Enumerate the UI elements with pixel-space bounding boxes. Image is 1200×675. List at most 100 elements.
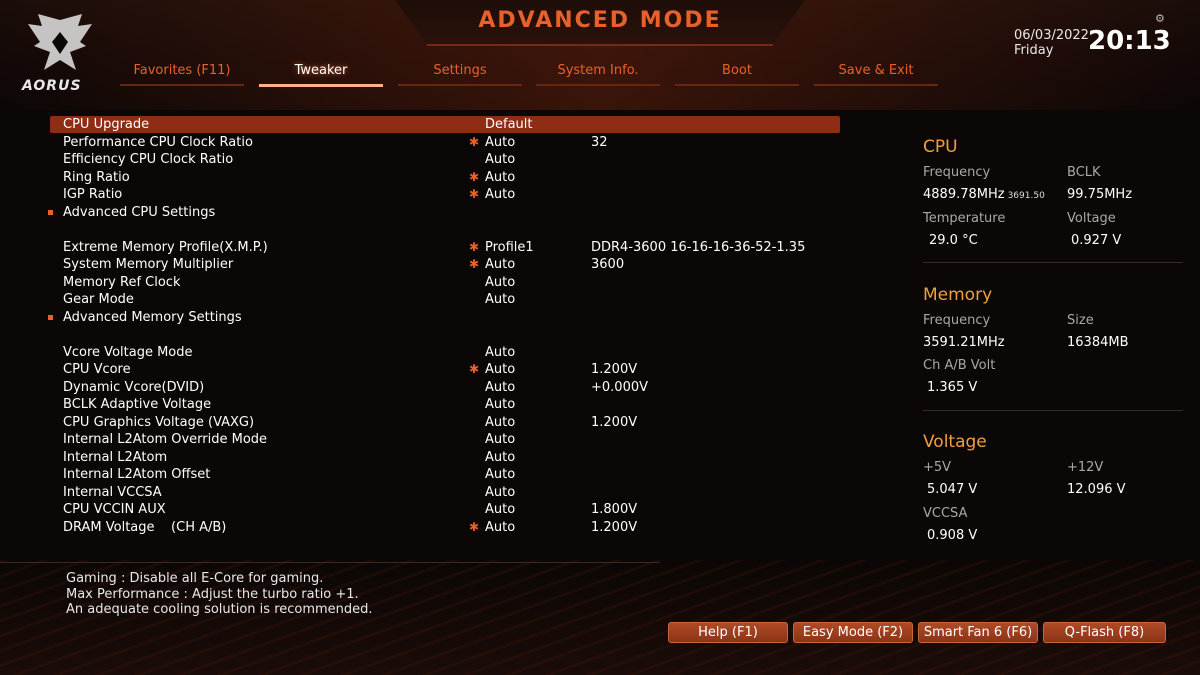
vccsa-label: VCCSA [923, 506, 968, 521]
setting-value: Auto [485, 169, 516, 185]
cpu-voltage-value: 0.927 V [1071, 233, 1122, 248]
cpu-temperature-label: Temperature [923, 211, 1006, 226]
setting-row-igp-ratio[interactable]: IGP Ratio ✱ Auto [50, 186, 840, 203]
setting-value: Auto [485, 344, 516, 360]
tab-save-exit[interactable]: Save & Exit [814, 60, 938, 86]
setting-label: System Memory Multiplier [63, 257, 234, 272]
submenu-bullet-icon [48, 209, 53, 215]
tab-tweaker[interactable]: Tweaker [259, 60, 383, 87]
modified-star-icon: ✱ [469, 239, 480, 254]
smart-fan-button[interactable]: Smart Fan 6 (F6) [918, 622, 1038, 643]
setting-row-xmp[interactable]: Extreme Memory Profile(X.M.P.) ✱ Profile… [50, 239, 840, 256]
memory-size-value: 16384MB [1067, 335, 1129, 350]
help-text-panel: Gaming : Disable all E-Core for gaming. … [66, 571, 373, 618]
setting-row-l2atom-offset[interactable]: Internal L2Atom Offset Auto [50, 466, 840, 483]
setting-row-internal-vccsa[interactable]: Internal VCCSA Auto [50, 484, 840, 501]
modified-star-icon: ✱ [469, 519, 480, 534]
help-line: Max Performance : Adjust the turbo ratio… [66, 586, 359, 602]
setting-row-cpu-vccin-aux[interactable]: CPU VCCIN AUX Auto 1.800V [50, 501, 840, 518]
setting-label: CPU VCCIN AUX [63, 502, 166, 517]
day-text: Friday [1014, 43, 1054, 58]
setting-current: 32 [591, 134, 608, 150]
setting-row-cpu-upgrade[interactable]: CPU Upgrade Default [50, 116, 840, 133]
setting-label: CPU Vcore [63, 362, 131, 377]
setting-row-cpu-graphics-voltage[interactable]: CPU Graphics Voltage (VAXG) Auto 1.200V [50, 414, 840, 431]
setting-current: 3600 [591, 257, 625, 272]
memory-size-label: Size [1067, 313, 1094, 328]
memory-section-title: Memory [923, 285, 993, 305]
setting-value: Auto [485, 502, 516, 517]
date-text: 06/03/2022 [1014, 28, 1089, 43]
modified-star-icon: ✱ [469, 257, 480, 271]
setting-current: 1.200V [591, 362, 638, 377]
tab-favorites[interactable]: Favorites (F11) [120, 60, 244, 86]
setting-row-dynamic-vcore[interactable]: Dynamic Vcore(DVID) Auto +0.000V [50, 379, 840, 396]
setting-row-memory-ref-clock[interactable]: Memory Ref Clock Auto [50, 274, 840, 291]
setting-label: BCLK Adaptive Voltage [63, 397, 212, 412]
help-button[interactable]: Help (F1) [668, 622, 788, 643]
setting-value: Auto [485, 467, 516, 482]
cpu-bclk-label: BCLK [1067, 165, 1101, 180]
setting-row-dram-voltage[interactable]: DRAM Voltage (CH A/B) ✱ Auto 1.200V [50, 519, 840, 536]
modified-star-icon: ✱ [469, 169, 480, 184]
setting-row-system-memory-multiplier[interactable]: System Memory Multiplier ✱ Auto 3600 [50, 256, 840, 273]
logo-text: AORUS [22, 78, 82, 94]
voltage-12v-value: 12.096 V [1067, 482, 1126, 497]
setting-value: Default [485, 117, 533, 132]
help-line: An adequate cooling solution is recommen… [66, 602, 373, 617]
setting-row-gear-mode[interactable]: Gear Mode Auto [50, 291, 840, 308]
setting-row-l2atom[interactable]: Internal L2Atom Auto [50, 449, 840, 466]
help-line: Gaming : Disable all E-Core for gaming. [66, 571, 324, 586]
setting-value: Auto [485, 397, 516, 412]
setting-value: Auto [485, 519, 516, 535]
setting-value: Auto [485, 484, 516, 500]
setting-label: Internal VCCSA [63, 484, 162, 500]
setting-value: Auto [485, 134, 516, 150]
page-title: ADVANCED MODE [478, 8, 722, 33]
setting-value: Auto [485, 152, 516, 167]
section-divider [923, 262, 1183, 263]
memory-voltage-value: 1.365 V [927, 380, 978, 395]
setting-row-vcore-voltage-mode[interactable]: Vcore Voltage Mode Auto [50, 344, 840, 361]
q-flash-button[interactable]: Q-Flash (F8) [1043, 622, 1166, 643]
setting-label: Performance CPU Clock Ratio [63, 134, 253, 150]
setting-label: Extreme Memory Profile(X.M.P.) [63, 239, 268, 255]
cpu-frequency-main: 4889.78MHz [923, 187, 1005, 202]
setting-value: Profile1 [485, 239, 534, 255]
voltage-5v-value: 5.047 V [927, 482, 978, 497]
setting-label: DRAM Voltage (CH A/B) [63, 519, 227, 535]
setting-row-cpu-vcore[interactable]: CPU Vcore ✱ Auto 1.200V [50, 361, 840, 378]
setting-row-bclk-adaptive-voltage[interactable]: BCLK Adaptive Voltage Auto [50, 396, 840, 413]
modified-star-icon: ✱ [469, 362, 480, 376]
submenu-advanced-memory-settings[interactable]: Advanced Memory Settings [48, 309, 840, 326]
setting-label: Efficiency CPU Clock Ratio [63, 152, 234, 167]
setting-row-performance-cpu-clock-ratio[interactable]: Performance CPU Clock Ratio ✱ Auto 32 [50, 134, 840, 151]
tab-settings[interactable]: Settings [398, 60, 522, 86]
setting-value: Auto [485, 362, 516, 377]
setting-label: Memory Ref Clock [63, 274, 181, 290]
setting-current: 1.200V [591, 414, 638, 430]
submenu-bullet-icon [48, 314, 53, 320]
tab-boot[interactable]: Boot [675, 60, 799, 86]
setting-label: IGP Ratio [63, 187, 123, 202]
easy-mode-button[interactable]: Easy Mode (F2) [793, 622, 913, 643]
tab-system-info[interactable]: System Info. [536, 60, 660, 86]
setting-row-l2atom-override-mode[interactable]: Internal L2Atom Override Mode Auto [50, 431, 840, 448]
vccsa-value: 0.908 V [927, 528, 978, 543]
setting-current: DDR4-3600 16-16-16-36-52-1.35 [591, 239, 806, 255]
cpu-frequency-value: 4889.78MHz 3691.50 [923, 187, 1045, 202]
date-display: 06/03/2022 Friday [1014, 28, 1089, 58]
setting-row-ring-ratio[interactable]: Ring Ratio ✱ Auto [50, 169, 840, 186]
cpu-section-title: CPU [923, 137, 958, 157]
voltage-section-title: Voltage [923, 432, 987, 452]
submenu-advanced-cpu-settings[interactable]: Advanced CPU Settings [48, 204, 840, 221]
setting-row-efficiency-cpu-clock-ratio[interactable]: Efficiency CPU Clock Ratio Auto [50, 151, 840, 168]
cpu-temperature-value: 29.0 °C [929, 233, 978, 248]
section-divider [923, 410, 1183, 411]
settings-gear-icon[interactable]: ⚙ [1155, 12, 1165, 25]
setting-label: CPU Graphics Voltage (VAXG) [63, 414, 255, 430]
memory-frequency-value: 3591.21MHz [923, 335, 1005, 350]
setting-value: Auto [485, 257, 516, 272]
setting-label: Gear Mode [63, 292, 134, 307]
setting-value: Auto [485, 187, 516, 202]
